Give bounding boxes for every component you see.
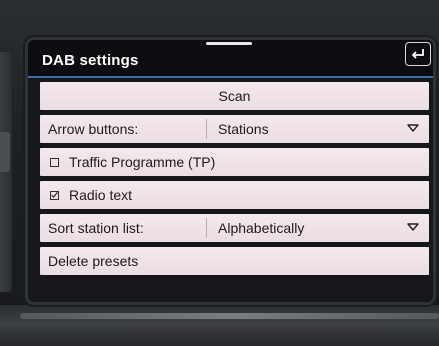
chrome-trim-strip bbox=[20, 313, 439, 319]
infotainment-screen: DAB settings Scan Arrow buttons: Station… bbox=[28, 40, 433, 302]
radio-text-toggle[interactable]: Radio text bbox=[40, 181, 429, 209]
sort-station-list-label: Sort station list: bbox=[48, 220, 144, 236]
back-button[interactable] bbox=[405, 42, 431, 66]
delete-presets-button[interactable]: Delete presets bbox=[40, 247, 429, 275]
page-title: DAB settings bbox=[42, 52, 139, 69]
scan-button[interactable]: Scan bbox=[40, 82, 429, 110]
checkbox-checked-icon[interactable] bbox=[50, 190, 59, 200]
arrow-buttons-label: Arrow buttons: bbox=[48, 121, 139, 137]
row-divider bbox=[206, 218, 207, 238]
sort-station-list-value: Alphabetically bbox=[218, 220, 305, 236]
checkmark-icon bbox=[51, 192, 58, 198]
bezel-left-edge bbox=[0, 52, 12, 292]
back-return-icon bbox=[412, 49, 424, 59]
dropdown-arrow-icon bbox=[407, 223, 419, 231]
pull-down-handle[interactable] bbox=[206, 42, 252, 45]
arrow-buttons-setting[interactable]: Arrow buttons: Stations bbox=[40, 115, 429, 143]
dropdown-arrow-icon bbox=[407, 124, 419, 132]
sort-station-list-setting[interactable]: Sort station list: Alphabetically bbox=[40, 214, 429, 242]
checkbox-icon[interactable] bbox=[50, 157, 59, 167]
radio-text-label: Radio text bbox=[69, 187, 133, 203]
traffic-programme-label: Traffic Programme (TP) bbox=[69, 154, 216, 170]
scan-label: Scan bbox=[218, 88, 251, 104]
traffic-programme-toggle[interactable]: Traffic Programme (TP) bbox=[40, 148, 429, 176]
bezel-notch bbox=[0, 132, 10, 172]
bezel-bottom-trim bbox=[0, 305, 439, 346]
arrow-buttons-value: Stations bbox=[218, 121, 269, 137]
settings-list: Scan Arrow buttons: Stations Traffic Pro… bbox=[28, 78, 433, 302]
screen-header: DAB settings bbox=[28, 40, 433, 78]
row-divider bbox=[206, 119, 207, 139]
delete-presets-label: Delete presets bbox=[48, 253, 139, 269]
